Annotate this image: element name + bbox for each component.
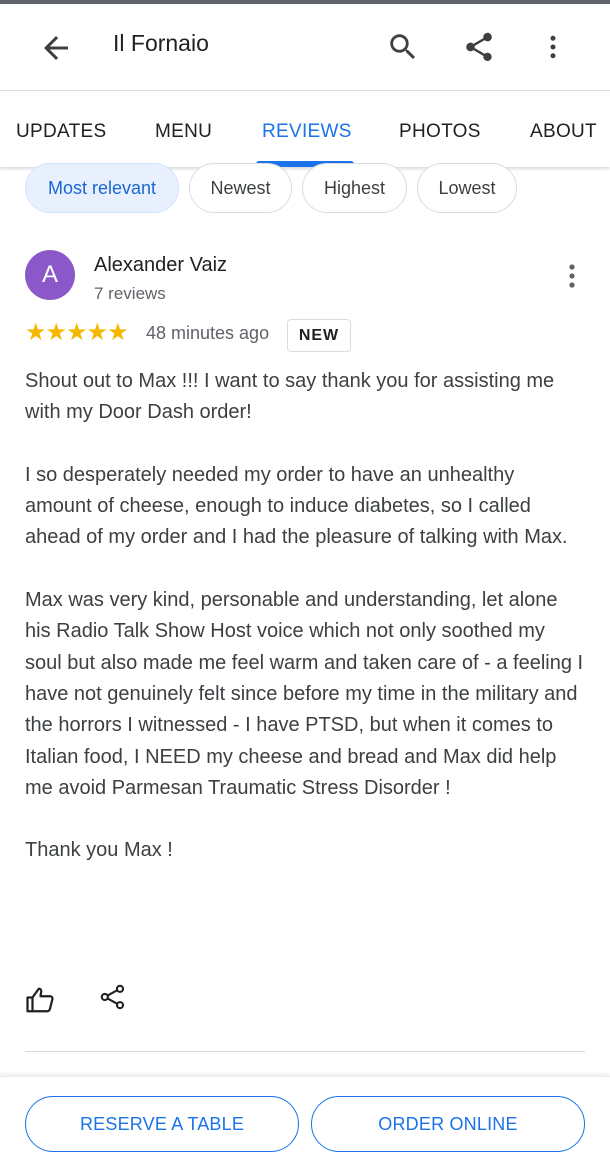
review-paragraph: Thank you Max ! (25, 839, 173, 862)
share-icon[interactable] (462, 30, 496, 64)
page-title: Il Fornaio (113, 30, 209, 56)
tab-about[interactable]: ABOUT (530, 121, 597, 143)
divider (25, 1051, 585, 1052)
tab-photos[interactable]: PHOTOS (399, 121, 481, 143)
reviewer-name[interactable]: Alexander Vaiz (94, 254, 227, 277)
tab-updates[interactable]: UPDATES (16, 121, 106, 143)
search-icon[interactable] (386, 30, 420, 64)
sort-chip-highest[interactable]: Highest (302, 163, 407, 213)
review-paragraph: Shout out to Max !!! I want to say thank… (25, 370, 555, 424)
sort-chip-lowest[interactable]: Lowest (417, 163, 517, 213)
review-time: 48 minutes ago (146, 323, 270, 343)
more-vert-icon[interactable] (560, 262, 584, 292)
new-badge: NEW (287, 319, 351, 352)
review-text: Shout out to Max !!! I want to say thank… (25, 366, 585, 867)
tab-reviews[interactable]: REVIEWS (262, 121, 352, 143)
sort-chip-most-relevant[interactable]: Most relevant (25, 163, 179, 213)
thumbs-up-icon[interactable] (25, 985, 55, 1015)
share-icon[interactable] (99, 983, 127, 1011)
reserve-table-button[interactable]: RESERVE A TABLE (25, 1096, 299, 1152)
review-paragraph: Max was very kind, personable and unders… (25, 589, 584, 799)
reviewer-review-count: 7 reviews (94, 284, 166, 303)
paragraph-spacer (25, 429, 585, 460)
back-arrow-icon[interactable] (38, 30, 74, 66)
order-online-button[interactable]: ORDER ONLINE (311, 1096, 585, 1152)
tab-menu[interactable]: MENU (155, 121, 212, 143)
star-rating: ★★★★★ (25, 319, 129, 346)
tab-bar: UPDATES MENU REVIEWS PHOTOS ABOUT (0, 90, 610, 167)
more-vert-icon[interactable] (538, 30, 568, 64)
avatar[interactable]: A (25, 250, 75, 300)
paragraph-spacer (25, 804, 585, 835)
sort-chip-newest[interactable]: Newest (189, 163, 292, 213)
paragraph-spacer (25, 554, 585, 585)
app-bar: Il Fornaio (0, 4, 610, 90)
review-paragraph: I so desperately needed my order to have… (25, 463, 568, 549)
